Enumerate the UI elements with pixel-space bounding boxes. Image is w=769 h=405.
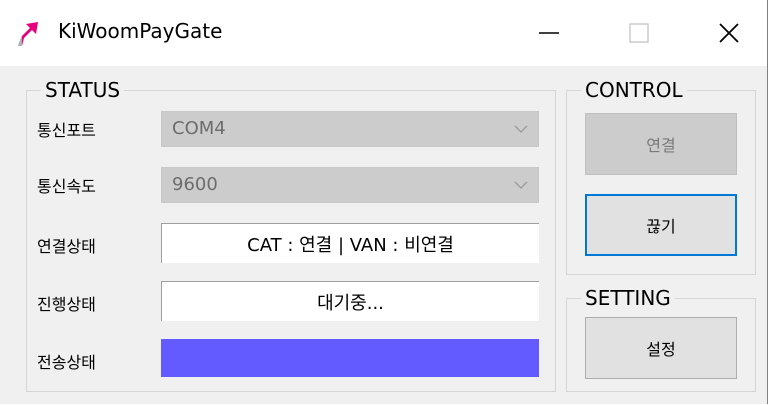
client-area: STATUS 통신포트 COM4 통신속도 9600 연결상태 CAT : 연결… xyxy=(0,66,767,404)
status-group-title: STATUS xyxy=(41,77,125,103)
minimize-button[interactable] xyxy=(504,0,594,66)
port-select[interactable]: COM4 xyxy=(161,111,539,147)
title-bar[interactable]: KiWoomPayGate xyxy=(0,0,767,66)
close-button[interactable] xyxy=(684,0,769,66)
app-logo-icon xyxy=(18,22,38,46)
transfer-label: 전송상태 xyxy=(37,353,96,372)
status-group: STATUS 통신포트 COM4 통신속도 9600 연결상태 CAT : 연결… xyxy=(26,77,556,392)
maximize-button xyxy=(594,0,684,66)
minimize-icon xyxy=(539,32,559,34)
control-group-title: CONTROL xyxy=(581,77,687,103)
settings-button[interactable]: 설정 xyxy=(585,317,737,379)
speed-select[interactable]: 9600 xyxy=(161,167,539,203)
window-title: KiWoomPayGate xyxy=(58,19,223,43)
speed-value: 9600 xyxy=(172,174,218,195)
progress-label: 진행상태 xyxy=(37,295,96,314)
chevron-down-icon xyxy=(514,181,528,189)
connection-status-value: CAT : 연결 | VAN : 비연결 xyxy=(247,234,454,256)
speed-label: 통신속도 xyxy=(37,177,96,196)
transfer-progress-bar xyxy=(161,339,539,377)
port-label: 통신포트 xyxy=(37,121,96,140)
connection-status-field: CAT : 연결 | VAN : 비연결 xyxy=(161,223,539,263)
port-value: COM4 xyxy=(172,118,226,139)
progress-status-field: 대기중... xyxy=(161,281,539,321)
setting-group-title: SETTING xyxy=(581,285,675,311)
setting-group: SETTING 설정 xyxy=(566,285,756,392)
app-window: KiWoomPayGate STATUS 통신포트 COM4 통신속도 9600… xyxy=(0,0,768,404)
progress-status-value: 대기중... xyxy=(317,292,384,314)
connection-label: 연결상태 xyxy=(37,237,96,256)
control-group: CONTROL 연결 끊기 xyxy=(566,77,756,275)
chevron-down-icon xyxy=(514,125,528,133)
close-icon xyxy=(719,23,739,43)
disconnect-button[interactable]: 끊기 xyxy=(585,194,737,256)
connect-button[interactable]: 연결 xyxy=(585,113,737,175)
maximize-icon xyxy=(629,23,649,43)
